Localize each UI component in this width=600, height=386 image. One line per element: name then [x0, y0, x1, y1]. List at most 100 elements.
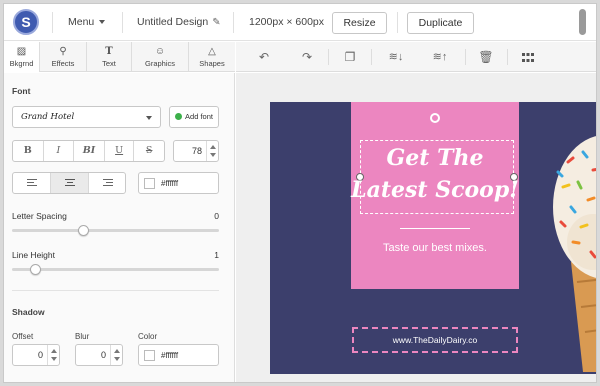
align-left-icon [27, 179, 37, 186]
shadow-color-picker[interactable]: #ffffff [138, 344, 219, 366]
align-right-icon [103, 179, 113, 186]
text-settings-panel: Font Grand Hotel Add font B I BI U S 78 [4, 73, 235, 382]
app-logo[interactable]: S [13, 9, 39, 35]
shadow-color-label: Color [138, 332, 158, 341]
triangle-icon: △ [208, 46, 216, 57]
duplicate-icon[interactable]: ❐ [340, 42, 360, 72]
underline-button[interactable]: U [105, 141, 135, 161]
divider [507, 49, 508, 65]
divider [122, 12, 123, 33]
resize-button[interactable]: Resize [332, 12, 387, 34]
text-color-value: #ffffff [161, 179, 179, 188]
shadow-offset-value: 0 [37, 350, 43, 360]
ice-cream-image[interactable] [543, 112, 597, 372]
canvas-size-label: 1200px × 600px [249, 16, 325, 28]
stepper-arrows[interactable] [110, 345, 122, 365]
italic-button[interactable]: I [44, 141, 75, 161]
shadow-section-title: Shadow [12, 307, 45, 317]
strikethrough-button[interactable]: S [134, 141, 164, 161]
letter-spacing-slider[interactable] [12, 229, 219, 232]
redo-icon[interactable]: ↷ [297, 42, 317, 72]
image-icon: ▨ [16, 46, 27, 57]
magic-wand-icon: ⚲ [59, 46, 67, 57]
font-section-title: Font [12, 86, 31, 96]
divider [233, 12, 234, 33]
alignment-group [12, 172, 126, 194]
text-color-picker[interactable]: #ffffff [138, 172, 219, 194]
line-height-label: Line Height [12, 250, 56, 260]
smiley-icon: ☺ [154, 46, 166, 57]
stepper-arrows[interactable] [47, 345, 59, 365]
align-center-button[interactable] [51, 173, 89, 193]
letter-spacing-handle[interactable] [78, 225, 89, 236]
bold-italic-button[interactable]: BI [74, 141, 105, 161]
promo-card[interactable]: Get The Latest Scoop! Taste our best mix… [351, 102, 519, 289]
design-title[interactable]: Untitled Design ✎ [137, 4, 221, 41]
chevron-down-icon [99, 20, 106, 25]
headline-line-2[interactable]: Latest Scoop! [351, 178, 519, 202]
line-height-handle[interactable] [30, 264, 41, 275]
shadow-blur-value: 0 [100, 350, 106, 360]
tab-text[interactable]: T Text [87, 42, 132, 72]
tab-label: Text [102, 59, 116, 68]
canvas-toolbar: ↶ ↷ ❐ ≋↓ ≋↑ 🗑 [236, 42, 596, 72]
letter-spacing-value: 0 [214, 211, 219, 221]
shadow-offset-label: Offset [12, 332, 34, 341]
color-swatch [144, 350, 155, 361]
divider [371, 49, 372, 65]
plus-circle-icon [175, 113, 183, 120]
shadow-offset-stepper[interactable]: 0 [12, 344, 60, 366]
trash-icon[interactable]: 🗑 [476, 42, 496, 72]
tab-shapes[interactable]: △ Shapes [189, 42, 235, 72]
font-family-value: Grand Hotel [21, 112, 75, 122]
tab-label: Graphics [144, 59, 175, 68]
layer-up-icon[interactable]: ≋↑ [427, 42, 453, 72]
website-url-text[interactable]: www.TheDailyDairy.co [352, 327, 518, 353]
menu-button[interactable]: Menu [68, 4, 106, 41]
rotate-handle-icon[interactable] [430, 113, 440, 123]
grid-icon[interactable] [518, 42, 538, 72]
decorative-line [400, 228, 470, 229]
add-font-label: Add font [185, 112, 213, 121]
font-family-select[interactable]: Grand Hotel [12, 106, 161, 128]
layer-down-icon[interactable]: ≋↓ [383, 42, 409, 72]
font-size-value: 78 [191, 146, 202, 156]
divider [397, 12, 398, 33]
section-divider [12, 290, 219, 291]
shadow-blur-stepper[interactable]: 0 [75, 344, 123, 366]
tab-label: Shapes [199, 59, 225, 68]
workspace: Get The Latest Scoop! Taste our best mix… [236, 73, 597, 382]
undo-icon[interactable]: ↶ [254, 42, 274, 72]
shadow-blur-label: Blur [75, 332, 90, 341]
divider [328, 49, 329, 65]
tab-graphics[interactable]: ☺ Graphics [132, 42, 189, 72]
text-style-group: B I BI U S [12, 140, 165, 162]
tab-effects[interactable]: ⚲ Effects [40, 42, 87, 72]
menu-label: Menu [68, 16, 95, 28]
color-swatch [144, 178, 155, 189]
tab-background[interactable]: ▨ Bkgrnd [4, 42, 40, 72]
duplicate-button[interactable]: Duplicate [407, 12, 474, 34]
text-icon: T [105, 46, 113, 57]
scrollbar[interactable] [579, 9, 586, 35]
shadow-color-value: #ffffff [161, 351, 179, 360]
bold-button[interactable]: B [13, 141, 44, 161]
design-canvas[interactable]: Get The Latest Scoop! Taste our best mix… [270, 102, 597, 374]
divider [52, 12, 53, 33]
add-font-button[interactable]: Add font [169, 106, 219, 128]
tagline-text[interactable]: Taste our best mixes. [351, 242, 519, 254]
panel-tabs: ▨ Bkgrnd ⚲ Effects T Text ☺ Graphics △ S… [4, 42, 235, 72]
design-title-text: Untitled Design [137, 16, 209, 28]
divider [465, 49, 466, 65]
tab-label: Effects [51, 59, 75, 68]
font-size-stepper[interactable]: 78 [173, 140, 219, 162]
letter-spacing-label: Letter Spacing [12, 211, 67, 221]
app-window: S Menu Untitled Design ✎ 1200px × 600px R… [3, 3, 597, 383]
stepper-arrows[interactable] [206, 141, 218, 161]
line-height-value: 1 [214, 250, 219, 260]
align-right-button[interactable] [89, 173, 125, 193]
top-bar: S Menu Untitled Design ✎ 1200px × 600px R… [4, 4, 596, 41]
line-height-slider[interactable] [12, 268, 219, 271]
headline-line-1[interactable]: Get The [351, 146, 519, 170]
align-left-button[interactable] [13, 173, 51, 193]
